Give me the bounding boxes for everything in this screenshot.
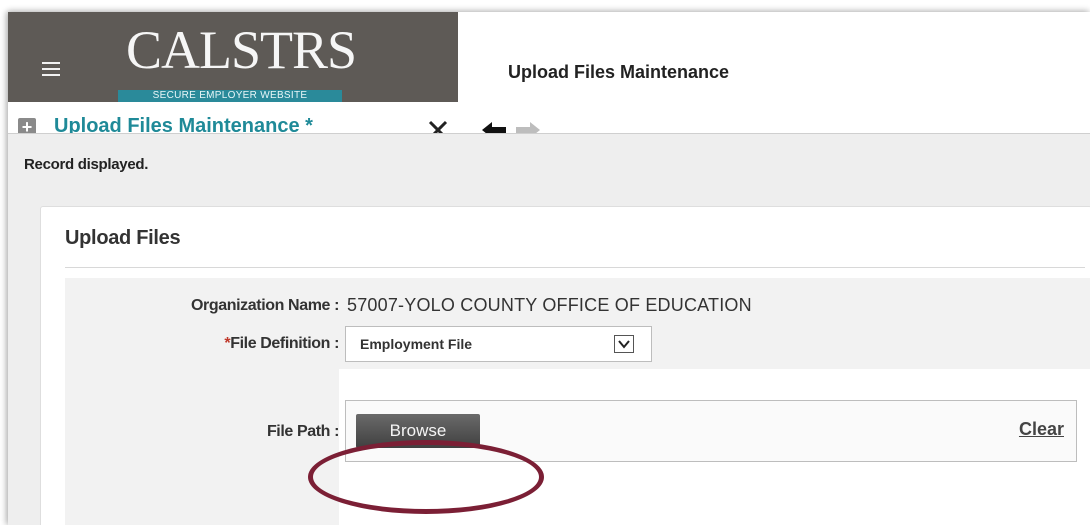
chevron-down-icon[interactable] (614, 335, 634, 353)
hamburger-menu-icon[interactable] (42, 62, 60, 76)
organization-name-value: 57007-YOLO COUNTY OFFICE OF EDUCATION (347, 295, 752, 315)
clear-link[interactable]: Clear (1019, 419, 1064, 440)
file-definition-label: *File Definition : (224, 335, 339, 353)
calstrs-logo: CALSTRS (126, 20, 357, 80)
panel-title: Upload Files (65, 227, 181, 249)
content-area: Record displayed. Upload Files Organizat… (8, 134, 1090, 525)
page-title: Upload Files Maintenance (508, 62, 730, 82)
logo-subtitle: SECURE EMPLOYER WEBSITE (118, 90, 342, 102)
panel-divider (65, 267, 1085, 268)
upload-files-panel: Upload Files Organization Name : 57007-Y… (40, 206, 1090, 525)
status-message: Record displayed. (24, 156, 149, 173)
file-path-label: File Path : (266, 423, 339, 440)
file-path-field[interactable]: Browse Clear (345, 400, 1077, 462)
browse-button[interactable]: Browse (356, 414, 480, 448)
file-definition-value: Employment File (360, 336, 473, 352)
logo-block: CALSTRS SECURE EMPLOYER WEBSITE (8, 12, 458, 102)
file-definition-label-text: File Definition : (230, 335, 339, 352)
app-window: CALSTRS SECURE EMPLOYER WEBSITE Upload F… (8, 12, 1090, 525)
file-definition-select[interactable]: Employment File (345, 326, 652, 362)
organization-name-label: Organization Name : (191, 297, 339, 314)
